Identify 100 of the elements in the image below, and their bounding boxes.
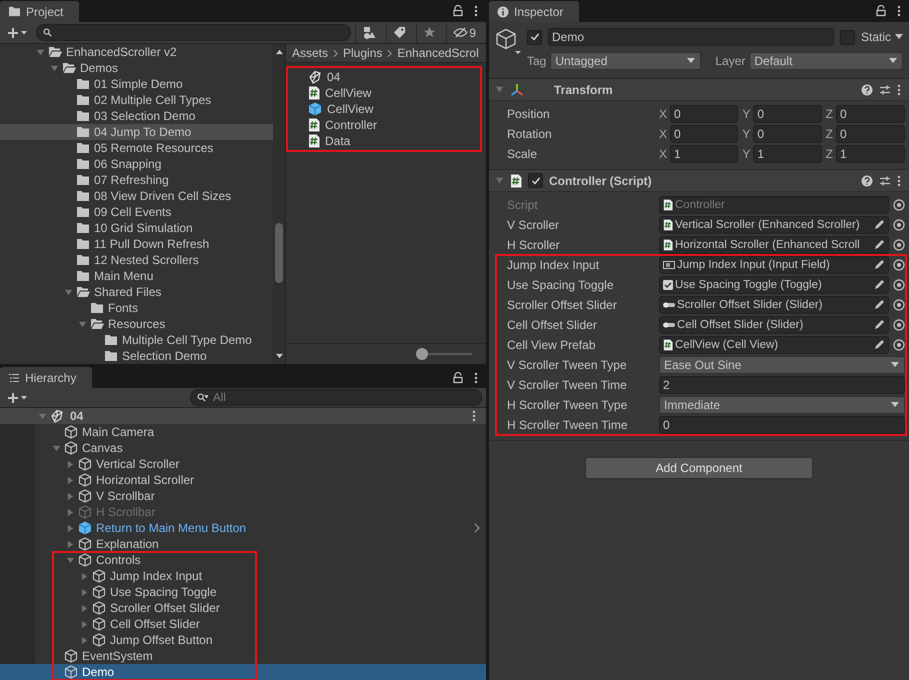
enabled-checkbox[interactable] xyxy=(528,173,543,188)
scrollbar-thumb[interactable] xyxy=(275,223,283,283)
lock-icon[interactable] xyxy=(875,5,887,17)
dropdown[interactable]: Ease Out Sine xyxy=(659,356,905,374)
help-icon[interactable] xyxy=(861,174,873,186)
sliders-icon[interactable] xyxy=(879,174,891,186)
hidden-packages-button[interactable]: 9 xyxy=(446,22,482,42)
tree-item[interactable]: Resources xyxy=(0,316,273,332)
name-field[interactable]: Demo xyxy=(548,28,834,46)
tree-item[interactable]: 12 Nested Scrollers xyxy=(0,252,273,268)
hierarchy-item[interactable]: Demo xyxy=(0,664,486,680)
object-field[interactable]: Jump Index Input (Input Field) xyxy=(659,256,889,274)
pencil-icon[interactable] xyxy=(873,259,885,271)
more-options-icon[interactable] xyxy=(897,174,901,186)
expand-arrow-icon[interactable] xyxy=(36,48,44,56)
tree-item[interactable]: Selection Demo xyxy=(0,348,273,364)
add-component-button[interactable]: Add Component xyxy=(585,457,813,479)
more-options-icon[interactable] xyxy=(474,5,478,17)
axis-label[interactable]: Y xyxy=(742,147,750,161)
axis-label[interactable]: X xyxy=(659,107,668,121)
object-picker-icon[interactable] xyxy=(893,319,905,331)
object-field[interactable]: CellView (Cell View) xyxy=(659,336,889,354)
layer-dropdown[interactable]: Default xyxy=(749,52,903,70)
expand-arrow-icon[interactable] xyxy=(52,444,60,452)
hierarchy-item[interactable]: Controls xyxy=(0,552,486,568)
expand-arrow-icon[interactable] xyxy=(80,604,88,612)
expand-arrow-icon[interactable] xyxy=(66,508,74,516)
hierarchy-item[interactable]: Main Camera xyxy=(0,424,486,440)
expand-arrow-icon[interactable] xyxy=(50,64,58,72)
scene-row[interactable]: 04 xyxy=(0,408,486,424)
expand-arrow-icon[interactable] xyxy=(80,572,88,580)
number-field[interactable]: 0 xyxy=(836,125,905,143)
tree-item[interactable]: Demos xyxy=(0,60,273,76)
number-field[interactable]: 1 xyxy=(753,145,822,163)
hierarchy-item[interactable]: V Scrollbar xyxy=(0,488,486,504)
axis-label[interactable]: Z xyxy=(826,107,833,121)
tree-item[interactable]: 06 Snapping xyxy=(0,156,273,172)
number-field[interactable]: 1 xyxy=(836,145,905,163)
tree-item[interactable]: 01 Simple Demo xyxy=(0,76,273,92)
expand-arrow-icon[interactable] xyxy=(66,476,74,484)
tree-item[interactable]: EnhancedScroller v2 xyxy=(0,44,273,60)
hierarchy-item[interactable]: Jump Index Input xyxy=(0,568,486,584)
game-object-icon[interactable] xyxy=(495,28,521,56)
hierarchy-item[interactable]: Horizontal Scroller xyxy=(0,472,486,488)
hierarchy-item[interactable]: Canvas xyxy=(0,440,486,456)
object-field[interactable]: Vertical Scroller (Enhanced Scroller) xyxy=(659,216,889,234)
component-header[interactable]: Controller (Script) xyxy=(489,170,909,192)
hierarchy-item[interactable]: Vertical Scroller xyxy=(0,456,486,472)
sliders-icon[interactable] xyxy=(879,84,891,96)
tree-item[interactable]: 02 Multiple Cell Types xyxy=(0,92,273,108)
number-field[interactable]: 0 xyxy=(836,105,905,123)
scroll-down-arrow-icon[interactable] xyxy=(274,353,284,360)
number-field[interactable]: 0 xyxy=(753,125,822,143)
pencil-icon[interactable] xyxy=(873,239,885,251)
expand-arrow-icon[interactable] xyxy=(66,556,74,564)
breadcrumb-link[interactable]: Assets xyxy=(292,46,328,60)
more-options-icon[interactable] xyxy=(474,372,478,384)
hierarchy-item[interactable]: EventSystem xyxy=(0,648,486,664)
tree-item[interactable]: Main Menu xyxy=(0,268,273,284)
axis-label[interactable]: Z xyxy=(826,127,833,141)
search-field[interactable] xyxy=(36,24,352,41)
number-field[interactable]: 0 xyxy=(659,416,905,434)
tree-item[interactable]: 08 View Driven Cell Sizes xyxy=(0,188,273,204)
lock-icon[interactable] xyxy=(452,5,464,17)
tree-item[interactable]: 03 Selection Demo xyxy=(0,108,273,124)
hierarchy-tab[interactable]: Hierarchy xyxy=(0,367,92,388)
axis-label[interactable]: Z xyxy=(826,147,833,161)
static-dropdown[interactable]: Static xyxy=(860,30,903,44)
object-field[interactable]: Scroller Offset Slider (Slider) xyxy=(659,296,889,314)
expand-arrow-icon[interactable] xyxy=(66,524,74,532)
hierarchy-item[interactable]: Use Spacing Toggle xyxy=(0,584,486,600)
tree-item[interactable]: Multiple Cell Type Demo xyxy=(0,332,273,348)
expand-arrow-icon[interactable] xyxy=(80,636,88,644)
tree-item[interactable]: Fonts xyxy=(0,300,273,316)
tree-item[interactable]: 04 Jump To Demo xyxy=(0,124,273,140)
more-options-icon[interactable] xyxy=(897,5,901,17)
pencil-icon[interactable] xyxy=(873,299,885,311)
object-field[interactable]: Horizontal Scroller (Enhanced Scroll xyxy=(659,236,889,254)
breadcrumb-link[interactable]: EnhancedScrol xyxy=(397,46,479,60)
pencil-icon[interactable] xyxy=(873,219,885,231)
object-field[interactable]: Use Spacing Toggle (Toggle) xyxy=(659,276,889,294)
axis-label[interactable]: X xyxy=(659,127,668,141)
hierarchy-item[interactable]: Return to Main Menu Button xyxy=(0,520,486,536)
number-field[interactable]: 0 xyxy=(670,125,738,143)
axis-label[interactable]: Y xyxy=(742,127,750,141)
more-options-icon[interactable] xyxy=(472,410,476,422)
number-field[interactable]: 0 xyxy=(670,105,738,123)
expand-arrow-icon[interactable] xyxy=(66,460,74,468)
breadcrumb-link[interactable]: Plugins xyxy=(343,46,382,60)
tree-item[interactable]: 07 Refreshing xyxy=(0,172,273,188)
tree-item[interactable]: 09 Cell Events xyxy=(0,204,273,220)
expand-arrow-icon[interactable] xyxy=(66,540,74,548)
expand-arrow-icon[interactable] xyxy=(78,320,86,328)
static-checkbox[interactable] xyxy=(840,30,855,44)
scroll-up-arrow-icon[interactable] xyxy=(274,48,284,55)
hierarchy-item[interactable]: Cell Offset Slider xyxy=(0,616,486,632)
expand-arrow-icon[interactable] xyxy=(80,620,88,628)
axis-label[interactable]: Y xyxy=(742,107,750,121)
hierarchy-item[interactable]: Scroller Offset Slider xyxy=(0,600,486,616)
object-picker-icon[interactable] xyxy=(893,219,905,231)
